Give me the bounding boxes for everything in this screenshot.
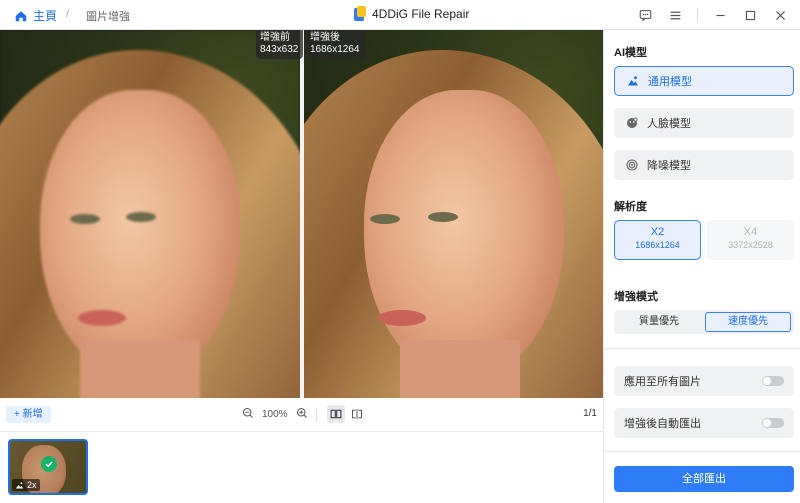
maximize-icon [745,10,755,20]
before-label: 增強前 [260,32,290,43]
app-title-text: 4DDiG File Repair [372,7,470,21]
model-option-denoise-label: 降噪模型 [647,160,691,172]
zoom-in-icon [296,407,307,418]
zoom-value: 100% [262,409,288,420]
model-option-face-label: 人臉模型 [647,118,691,130]
before-badge: 增強前 843x632 [256,30,304,59]
scale-label: 2x [27,480,37,490]
before-image [0,30,300,398]
denoise-icon [626,159,638,171]
enhance-mode-selector: 質量優先 速度優先 [614,310,794,334]
close-button[interactable] [772,7,788,23]
title-bar: 主頁 / 圖片增強 4DDiG File Repair [0,0,800,30]
after-image [304,30,603,398]
zoom-in-button[interactable] [296,407,308,422]
panel-bottom-divider [604,451,800,452]
home-link[interactable]: 主頁 [14,7,57,24]
preview-toolbar: + 新增 100% 1/1 [0,398,603,432]
face-icon [627,117,638,128]
maximize-button[interactable] [742,7,758,23]
split-view-icon [352,409,362,419]
after-size: 1686x1264 [310,44,360,55]
thumbnail-strip: 2x [0,433,603,503]
export-all-button[interactable]: 全部匯出 [614,466,794,492]
comparison-stage[interactable]: 增強前 843x632 增強後 1686x1264 [0,30,603,398]
page-indicator: 1/1 [583,408,597,419]
resolution-x2-size: 1686x1264 [635,240,680,250]
apply-all-row: 應用至所有圖片 [614,366,794,396]
home-label: 主頁 [33,9,58,23]
model-option-face[interactable]: 人臉模型 [614,108,794,138]
after-label: 增強後 [310,32,340,43]
panel-divider [604,348,800,349]
zoom-out-button[interactable] [242,407,254,422]
image-icon [15,481,24,488]
apply-all-label: 應用至所有圖片 [624,376,701,388]
model-option-denoise[interactable]: 降噪模型 [614,150,794,180]
zoom-controls: 100% [242,407,308,422]
enhance-mode-title: 增強模式 [614,291,658,303]
add-image-button[interactable]: + 新增 [6,406,51,423]
image-thumbnail[interactable]: 2x [8,439,88,495]
breadcrumb-current: 圖片增強 [86,11,130,23]
minimize-button[interactable] [712,7,728,23]
checkmark-icon [41,456,57,472]
split-view-button[interactable] [348,405,366,423]
mode-option-quality[interactable]: 質量優先 [616,312,702,332]
chat-icon [639,9,651,22]
toolbar-divider [316,408,317,422]
auto-export-toggle[interactable] [762,418,784,428]
before-image-pane [0,30,300,398]
after-badge: 增強後 1686x1264 [306,30,365,59]
zoom-out-icon [242,407,253,418]
auto-export-row: 增強後自動匯出 [614,408,794,438]
scale-badge: 2x [12,479,40,491]
ai-model-title: AI模型 [614,47,647,59]
mode-option-speed[interactable]: 速度優先 [705,312,791,332]
side-by-side-view-button[interactable] [327,405,345,423]
model-option-general[interactable]: 通用模型 [614,66,794,96]
landscape-icon [628,76,638,86]
close-icon [775,10,785,20]
menu-button[interactable] [667,7,683,23]
model-option-general-label: 通用模型 [648,76,692,88]
breadcrumb-separator: / [66,8,70,20]
menu-icon [670,11,680,19]
apply-all-toggle[interactable] [762,376,784,386]
window-controls [637,7,788,23]
before-size: 843x632 [260,44,299,55]
resolution-x4-label: X4 [743,226,758,238]
auto-export-label: 增強後自動匯出 [624,418,701,430]
feedback-button[interactable] [637,7,653,23]
side-by-side-icon [330,409,342,419]
controls-divider [697,8,698,22]
app-logo [354,6,366,22]
home-icon [15,10,27,21]
resolution-option-x4[interactable]: X4 3372x2528 [707,220,794,260]
resolution-x2-label: X2 [650,226,665,238]
resolution-x4-size: 3372x2528 [728,240,773,250]
settings-panel: AI模型 通用模型 人臉模型 降噪模型 解析度 X2 1686x1264 X4 … [603,30,800,503]
minimize-icon [715,14,725,16]
app-title: 4DDiG File Repair [354,6,469,22]
after-image-pane [304,30,603,398]
resolution-title: 解析度 [614,201,647,213]
resolution-option-x2[interactable]: X2 1686x1264 [614,220,701,260]
